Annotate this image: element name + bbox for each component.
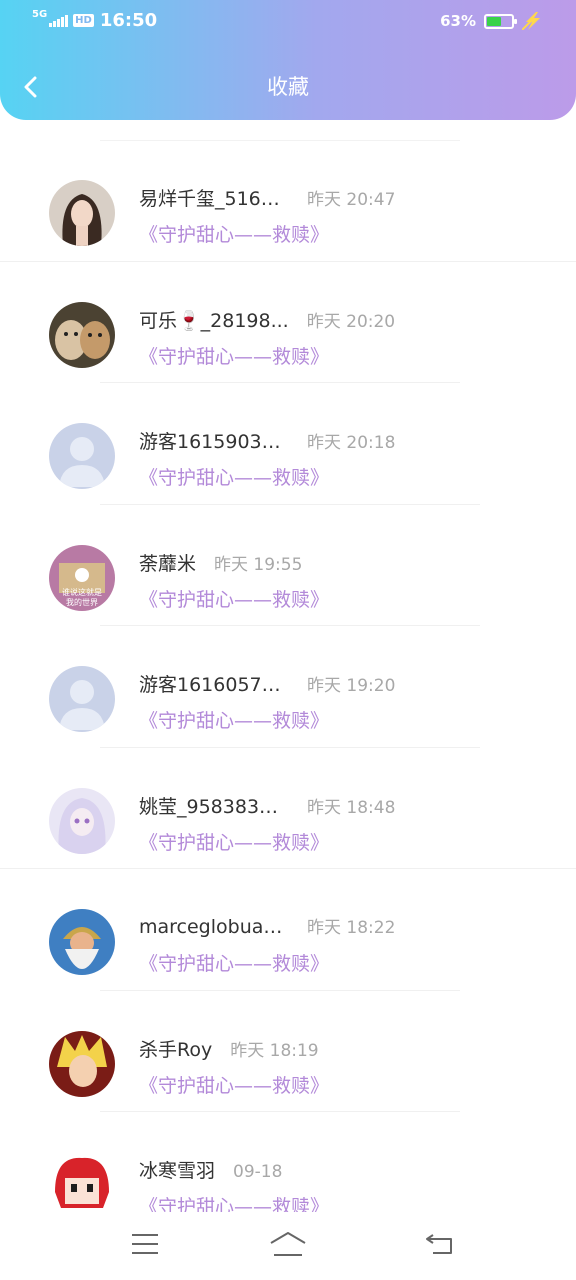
status-time: 16:50 xyxy=(99,10,158,31)
page-title: 收藏 xyxy=(267,75,309,99)
timestamp: 09-18 xyxy=(233,1162,283,1182)
timestamp: 昨天 18:22 xyxy=(307,918,396,938)
menu-button[interactable] xyxy=(123,1226,167,1262)
avatar[interactable] xyxy=(49,1152,115,1218)
user-name: 游客16160577... xyxy=(139,674,289,696)
avatar[interactable] xyxy=(49,787,115,854)
hd-badge: HD xyxy=(73,14,94,27)
home-icon xyxy=(270,1232,306,1256)
story-title[interactable]: 《守护甜心——救赎》 xyxy=(139,828,329,855)
app-header: 5G HD 16:50 63% 收藏 xyxy=(0,0,576,120)
list-item[interactable]: 杀手Roy 昨天 18:19 《守护甜心——救赎》 xyxy=(0,991,576,1112)
avatar[interactable]: 谁说这就是 我的世界 xyxy=(49,544,115,611)
story-title[interactable]: 《守护甜心——救赎》 xyxy=(139,949,329,976)
user-name: 易烊千玺_5160... xyxy=(139,188,289,210)
list-item[interactable]: 游客16159034... 昨天 20:18 《守护甜心——救赎》 xyxy=(0,383,576,505)
battery-icon xyxy=(484,13,517,29)
signal-icon xyxy=(49,14,69,27)
timestamp: 昨天 19:20 xyxy=(307,676,396,696)
menu-icon xyxy=(132,1234,158,1254)
timestamp: 昨天 18:48 xyxy=(307,797,396,818)
avatar[interactable] xyxy=(49,666,115,732)
back-icon xyxy=(426,1234,452,1254)
list-item[interactable]: marceglobuarlon 昨天 18:22 《守护甜心——救赎》 xyxy=(0,869,576,991)
favorites-list: 易烊千玺_5160... 昨天 20:47 《守护甜心——救赎》 可乐🍷_28198.… xyxy=(0,140,576,1234)
user-name: marceglobuarlon xyxy=(139,916,289,938)
list-item[interactable]: 可乐🍷_28198... 昨天 20:20 《守护甜心——救赎》 xyxy=(0,262,576,383)
avatar[interactable] xyxy=(49,423,115,489)
charging-icon xyxy=(522,12,540,30)
avatar[interactable] xyxy=(49,1030,115,1097)
list-item[interactable]: 游客16160577... 昨天 19:20 《守护甜心——救赎》 xyxy=(0,626,576,748)
story-title[interactable]: 《守护甜心——救赎》 xyxy=(139,463,329,490)
user-name: 荼蘼米 xyxy=(139,552,197,575)
list-item[interactable]: 谁说这就是 我的世界 荼蘼米 昨天 19:55 《守护甜心——救赎》 xyxy=(0,505,576,626)
timestamp: 昨天 20:47 xyxy=(307,190,396,210)
story-title[interactable]: 《守护甜心——救赎》 xyxy=(139,706,329,733)
system-back-button[interactable] xyxy=(418,1226,462,1262)
story-title[interactable]: 《守护甜心——救赎》 xyxy=(139,585,329,612)
timestamp: 昨天 20:20 xyxy=(306,311,396,332)
user-name: 姚莹_9583831... xyxy=(139,795,289,818)
network-type: 5G xyxy=(32,8,48,20)
user-name: 冰寒雪羽 xyxy=(139,1160,216,1182)
status-bar: 5G HD 16:50 63% xyxy=(0,0,576,44)
svg-text:我的世界: 我的世界 xyxy=(66,597,98,607)
home-button[interactable] xyxy=(266,1226,310,1262)
timestamp: 昨天 20:18 xyxy=(307,433,396,453)
user-name: 杀手Roy xyxy=(139,1038,213,1061)
story-title[interactable]: 《守护甜心——救赎》 xyxy=(139,220,329,247)
avatar[interactable] xyxy=(49,180,115,246)
user-name: 游客16159034... xyxy=(139,431,289,453)
avatar[interactable] xyxy=(49,301,115,368)
svg-text:谁说这就是: 谁说这就是 xyxy=(62,587,102,597)
list-item[interactable]: 姚莹_9583831... 昨天 18:48 《守护甜心——救赎》 xyxy=(0,748,576,869)
list-item[interactable]: 易烊千玺_5160... 昨天 20:47 《守护甜心——救赎》 xyxy=(0,140,576,262)
user-name: 可乐🍷_28198... xyxy=(139,309,289,332)
system-nav-bar xyxy=(0,1212,576,1280)
story-title[interactable]: 《守护甜心——救赎》 xyxy=(139,1071,329,1098)
avatar[interactable] xyxy=(49,909,115,975)
timestamp: 昨天 19:55 xyxy=(214,554,303,575)
story-title[interactable]: 《守护甜心——救赎》 xyxy=(139,342,329,369)
timestamp: 昨天 18:19 xyxy=(230,1040,319,1061)
battery-percent: 63% xyxy=(440,12,476,30)
